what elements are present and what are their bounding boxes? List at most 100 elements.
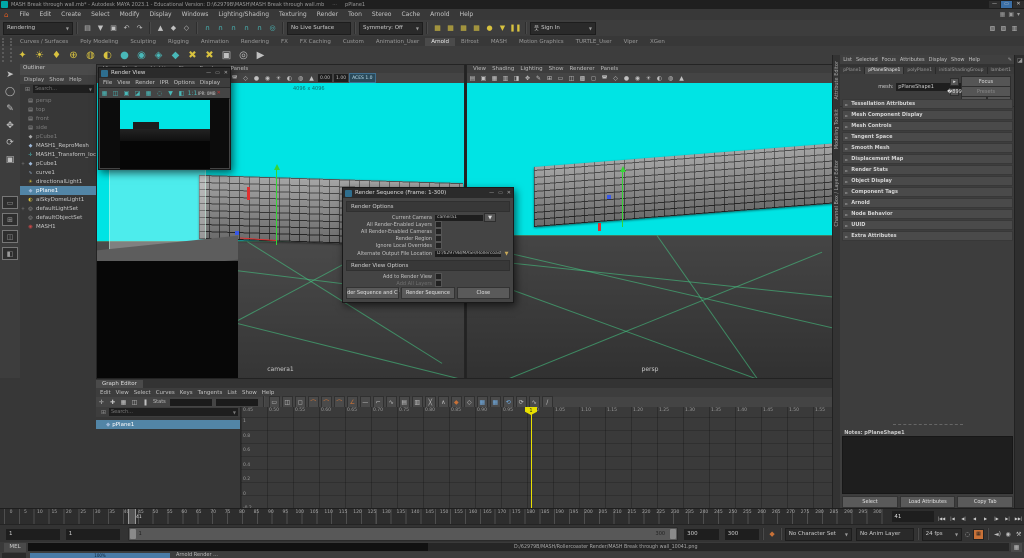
ae-node-tab[interactable]: polyPlane1 — [904, 67, 936, 74]
select-tool-icon[interactable]: ➤ — [3, 67, 18, 82]
maya-home-icon[interactable]: ⌂ — [4, 11, 8, 19]
outliner-search-input[interactable]: Search...▼ — [33, 85, 94, 93]
film-gate-icon[interactable]: ▭ — [556, 74, 565, 83]
texture-checker-icon[interactable]: ✖ — [185, 48, 200, 63]
screen-space-ao-icon[interactable]: ◍ — [296, 74, 305, 83]
graph-editor-title[interactable]: Graph Editor — [96, 380, 143, 388]
viewport-persp[interactable]: ViewShadingLightingShowRendererPanels ▤▣… — [466, 64, 834, 380]
manipulator-y-axis[interactable] — [276, 167, 277, 245]
ae-menu-item[interactable]: Show — [951, 57, 965, 63]
menu-item[interactable]: Toon — [343, 11, 367, 18]
workspace-icon[interactable]: ▦ — [1000, 11, 1006, 18]
shelf-tab[interactable]: Sculpting — [124, 38, 162, 46]
scale-tool-icon[interactable]: ▣ — [3, 152, 18, 167]
render-view-window[interactable]: Render View — ▭ ✕ FileViewRenderIPROptio… — [98, 67, 231, 170]
z-axis-handle[interactable] — [235, 231, 239, 235]
snapshot-icon[interactable]: ▣ — [122, 88, 131, 99]
ipr-render-icon[interactable]: ▦ — [445, 23, 456, 34]
ge-menu-item[interactable]: Curves — [156, 390, 175, 396]
render-sequence-dialog-button[interactable]: Render Sequence — [401, 287, 454, 299]
outliner-item[interactable]: ◆ MASH1_ReproMesh — [20, 141, 96, 150]
one-to-one-icon[interactable]: 1:1 — [188, 88, 197, 99]
insert-key-icon[interactable]: ✚ — [108, 397, 117, 408]
snap-curve-icon[interactable]: ∩ — [215, 23, 226, 34]
set-key-icon[interactable]: ◆ — [769, 530, 774, 538]
lights-icon[interactable]: ☀ — [274, 74, 283, 83]
command-input[interactable] — [28, 543, 428, 551]
keep-image-icon[interactable]: ▼ — [166, 88, 175, 99]
menu-item[interactable]: Arnold — [425, 11, 454, 18]
resolution-gate-icon[interactable]: ◫ — [567, 74, 576, 83]
ae-node-tab[interactable]: pPlane1 — [840, 67, 865, 74]
range-start-handle[interactable] — [130, 529, 136, 539]
play-backwards-icon[interactable]: ◀ — [969, 513, 980, 523]
ae-section-header[interactable]: ► Node Behavior — [842, 209, 1013, 219]
outliner-item[interactable]: ＋ ◎ defaultLightSet — [20, 204, 96, 213]
select-component-icon[interactable]: ◇ — [181, 23, 192, 34]
operator-view-icon[interactable]: ◎ — [236, 48, 251, 63]
shaded-icon[interactable]: ● — [622, 74, 631, 83]
shadows-icon[interactable]: ◐ — [285, 74, 294, 83]
texture-repeat-icon[interactable]: ✖ — [202, 48, 217, 63]
animation-start-field[interactable]: 1 — [6, 529, 60, 540]
show-attribute-editor-icon[interactable]: ▥ — [1010, 23, 1019, 34]
redo-render-icon[interactable]: ▦ — [100, 88, 109, 99]
maximize-button[interactable]: ▭ — [1001, 1, 1012, 8]
exposure-field[interactable]: 0.00 — [318, 74, 332, 82]
viewport-menu-item[interactable]: Lighting — [520, 66, 542, 72]
ipr-button-icon[interactable]: ◪ — [133, 88, 142, 99]
close-icon[interactable]: ✕ — [507, 190, 511, 196]
layout-single-pane-icon[interactable]: ▭ — [2, 196, 18, 209]
render-current-frame-icon[interactable]: ▦ — [432, 23, 443, 34]
folder-browse-icon[interactable]: ▼ — [502, 248, 511, 259]
select-object-icon[interactable]: ◆ — [168, 23, 179, 34]
ge-menu-item[interactable]: Edit — [100, 390, 111, 396]
shelf-tab[interactable]: Rigging — [162, 38, 195, 46]
outliner-item[interactable]: ◐ aiSkyDomeLight1 — [20, 195, 96, 204]
outliner-item[interactable]: ☀ directionalLight1 — [20, 177, 96, 186]
photometric-light-icon[interactable]: ⊕ — [66, 48, 81, 63]
menu-item[interactable]: Edit — [35, 11, 57, 18]
go-to-start-icon[interactable]: |◀◀ — [936, 513, 947, 523]
maximize-icon[interactable]: ▭ — [215, 70, 220, 76]
menu-item[interactable]: Render — [312, 11, 343, 18]
notes-textarea[interactable] — [842, 436, 1013, 494]
range-slider[interactable]: 1 300 — [128, 527, 679, 541]
playblast-icon[interactable]: ▶ — [253, 48, 268, 63]
shelf-icons-grip[interactable] — [2, 48, 12, 62]
filter-icon[interactable]: ⊞ — [99, 407, 108, 418]
shelf-tab[interactable]: Rendering — [235, 38, 275, 46]
all-layers-checkbox[interactable] — [435, 221, 442, 228]
ge-menu-item[interactable]: View — [116, 390, 129, 396]
lasso-tool-icon[interactable]: ◯ — [3, 84, 18, 99]
render-view-menu-item[interactable]: Render — [135, 80, 155, 86]
viewport-menu-item[interactable]: Show — [549, 66, 564, 72]
camera-select-icon[interactable]: ▤ — [468, 74, 477, 83]
save-scene-icon[interactable]: ▣ — [108, 23, 119, 34]
render-view-menu-item[interactable]: Display — [200, 80, 220, 86]
ae-section-header[interactable]: ► Mesh Component Display — [842, 110, 1013, 120]
ge-menu-item[interactable]: Keys — [180, 390, 193, 396]
ae-node-tab[interactable]: initialShadingGroup — [936, 67, 987, 74]
ae-menu-item[interactable]: Selected — [856, 57, 878, 63]
menu-item[interactable]: Modify — [115, 11, 145, 18]
render-region-checkbox[interactable] — [435, 235, 442, 242]
ae-node-tab[interactable]: pPlaneShape1 — [865, 67, 904, 74]
close-button[interactable]: ✕ — [1013, 1, 1024, 8]
shelf-tab[interactable]: Viper — [618, 38, 644, 46]
ge-menu-item[interactable]: Tangents — [198, 390, 223, 396]
safe-action-icon[interactable]: ◻ — [589, 74, 598, 83]
arnold-region-icon[interactable]: ◈ — [151, 48, 166, 63]
shelf-tab[interactable]: Curves / Surfaces — [14, 38, 74, 46]
manipulator-y-axis[interactable] — [622, 169, 623, 227]
viewport-menu-item[interactable]: Panels — [601, 66, 619, 72]
sidebar-vertical-tab[interactable]: Channel Box / Layer Editor — [834, 160, 840, 227]
paint-select-tool-icon[interactable]: ✎ — [3, 101, 18, 116]
hypershade-icon[interactable]: ● — [484, 23, 495, 34]
retime-icon[interactable]: ❚ — [141, 397, 150, 408]
outliner-item[interactable]: ◎ defaultObjectSet — [20, 213, 96, 222]
filter-icon[interactable]: ⊞ — [23, 84, 32, 95]
menu-item[interactable]: Create — [56, 11, 86, 18]
maximize-icon[interactable]: ▭ — [498, 190, 503, 196]
outliner-item[interactable]: ◉ MASH1 — [20, 222, 96, 231]
